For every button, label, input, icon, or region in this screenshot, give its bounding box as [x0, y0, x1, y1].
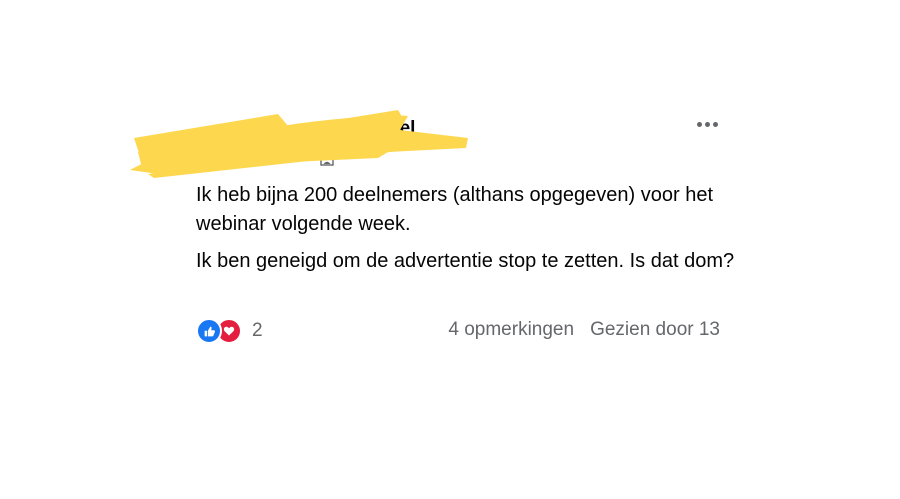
dot: [704, 121, 710, 127]
redaction-scribble: [130, 110, 468, 178]
members-audience-icon: [320, 152, 334, 166]
seen-by-link[interactable]: Gezien door 13: [590, 319, 720, 341]
post-stats: 4 opmerkingen Gezien door 13: [448, 319, 720, 341]
post-header: nel: [128, 108, 488, 178]
more-options-button[interactable]: [690, 112, 724, 136]
post-paragraph-1: Ik heb bijna 200 deelnemers (althans opg…: [196, 184, 714, 235]
like-icon: [196, 318, 222, 344]
author-name[interactable]: nel: [388, 118, 415, 140]
post-footer: 2 4 opmerkingen Gezien door 13: [196, 317, 720, 347]
dot: [712, 121, 718, 127]
comments-count-link[interactable]: 4 opmerkingen: [448, 319, 574, 341]
reactions-summary[interactable]: 2: [196, 317, 263, 345]
dot: [696, 121, 702, 127]
post-text: Ik heb bijna 200 deelnemers (althans opg…: [196, 181, 736, 284]
post-timestamp[interactable]: [258, 148, 262, 165]
group-post: nel Ik heb bijna 200 deelnemers (althans…: [0, 0, 900, 499]
reaction-count: 2: [252, 320, 263, 341]
post-paragraph-2: Ik ben geneigd om de advertentie stop te…: [196, 250, 735, 272]
